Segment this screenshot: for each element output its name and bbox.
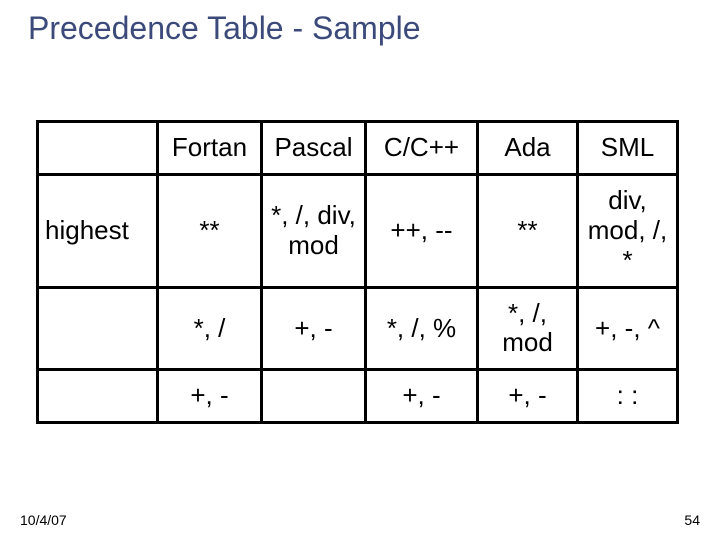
header-blank [38,122,158,175]
header-ada: Ada [478,122,578,175]
table-row: +, - +, - +, - : : [38,370,678,423]
table-header-row: Fortan Pascal C/C++ Ada SML [38,122,678,175]
footer-page: 54 [684,512,700,528]
header-ccpp: C/C++ [366,122,478,175]
row-label: highest [38,174,158,287]
precedence-table: Fortan Pascal C/C++ Ada SML highest ** *… [36,120,676,424]
row-label [38,370,158,423]
cell: +, -, ^ [578,287,678,370]
row-label [38,287,158,370]
header-pascal: Pascal [262,122,366,175]
cell: ** [158,174,262,287]
cell: *, /, % [366,287,478,370]
cell: +, - [262,287,366,370]
cell: +, - [478,370,578,423]
table-row: highest ** *, /, div, mod ++, -- ** div,… [38,174,678,287]
cell: ++, -- [366,174,478,287]
cell: +, - [366,370,478,423]
page-title: Precedence Table - Sample [28,10,421,47]
cell: ** [478,174,578,287]
cell: *, /, mod [478,287,578,370]
cell: div, mod, /, * [578,174,678,287]
cell: : : [578,370,678,423]
cell: *, /, div, mod [262,174,366,287]
header-sml: SML [578,122,678,175]
table-row: *, / +, - *, /, % *, /, mod +, -, ^ [38,287,678,370]
footer-date: 10/4/07 [20,512,67,528]
slide: Precedence Table - Sample Fortan Pascal … [0,0,720,540]
cell: +, - [158,370,262,423]
header-fortran: Fortan [158,122,262,175]
cell [262,370,366,423]
cell: *, / [158,287,262,370]
